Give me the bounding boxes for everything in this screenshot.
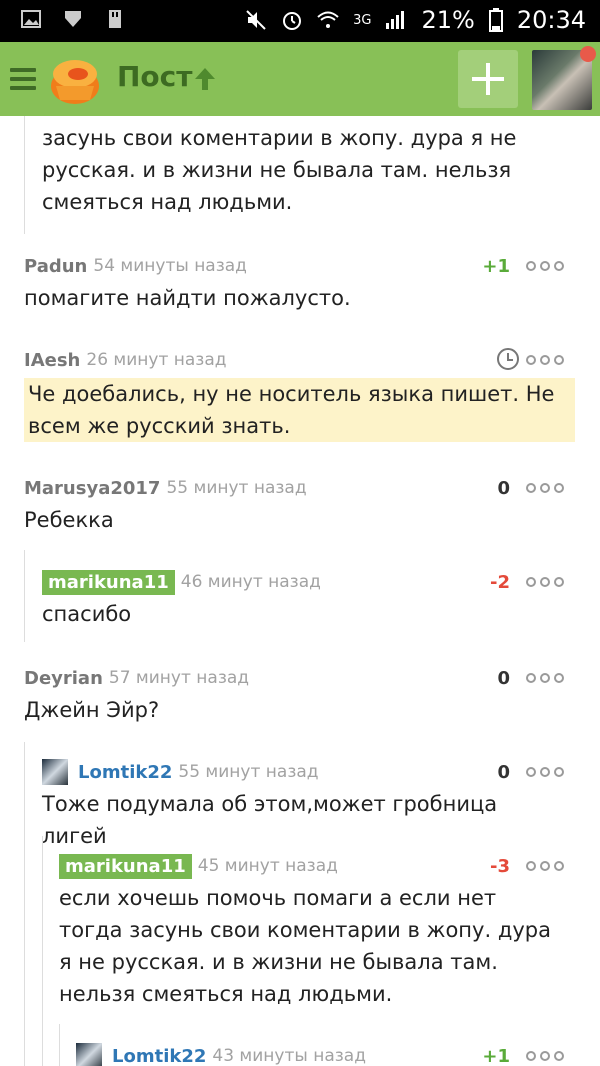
comment-rating: 0 (497, 478, 510, 499)
more-icon[interactable] (526, 670, 564, 686)
comment: Padun 54 минуты назад +1 помагите найдти… (24, 252, 564, 314)
comments-list: засунь свои коментарии в жопу. дура я не… (0, 116, 600, 1066)
more-icon[interactable] (526, 764, 564, 780)
comment-rating: 0 (497, 668, 510, 689)
comment: Marusya2017 55 минут назад 0 Ребекка (24, 474, 564, 536)
more-icon[interactable] (526, 1048, 564, 1064)
comment-rating: -2 (490, 572, 510, 593)
arrow-up-icon[interactable] (193, 66, 217, 92)
comment-text: Тоже подумала об этом,может гробница лиг… (42, 792, 498, 848)
more-icon[interactable] (526, 352, 564, 368)
comment: Lomtik22 43 минуты назад +1 (76, 1042, 564, 1066)
comment-time: 45 минут назад (197, 856, 338, 876)
thread-line (59, 1024, 60, 1066)
comment-time: 43 минуты назад (212, 1046, 366, 1066)
avatar[interactable] (76, 1043, 102, 1066)
comment-rating: +1 (482, 1046, 510, 1066)
comment-author[interactable]: Padun (24, 256, 87, 277)
comment-author[interactable]: marikuna11 (59, 853, 192, 879)
comment-time: 55 минут назад (178, 762, 319, 782)
comment-time: 26 минут назад (86, 350, 227, 370)
comment: marikuna11 45 минут назад -3 если хочешь… (59, 852, 564, 1010)
comment: Deyrian 57 минут назад 0 Джейн Эйр? (24, 664, 564, 726)
signal-icon (386, 11, 405, 29)
battery-icon (488, 8, 503, 32)
more-icon[interactable] (526, 258, 564, 274)
more-icon[interactable] (526, 858, 564, 874)
comment-rating: +1 (482, 256, 510, 277)
more-icon[interactable] (526, 574, 564, 590)
comment: Lomtik22 55 минут назад 0 Тоже подумала … (42, 758, 564, 852)
comment-text-highlighted: Че доебались, ну не носитель языка пишет… (24, 378, 575, 442)
comment-rating: 0 (497, 762, 510, 783)
comment-rating: -3 (490, 856, 510, 877)
notification-dot (580, 46, 596, 62)
comment-author[interactable]: marikuna11 (42, 569, 175, 595)
app-bar: Пост (0, 42, 600, 116)
more-icon[interactable] (526, 480, 564, 496)
comment: засунь свои коментарии в жопу. дура я не… (42, 122, 582, 218)
comment-text: спасибо (42, 602, 132, 626)
comment-text: помагите найдти пожалусто. (24, 286, 351, 310)
wifi-icon (317, 11, 339, 28)
menu-icon[interactable] (10, 68, 36, 90)
comment-author[interactable]: Marusya2017 (24, 478, 160, 499)
pikabu-logo[interactable] (48, 52, 102, 106)
comment-time: 54 минуты назад (93, 256, 247, 276)
comment-author[interactable]: Lomtik22 (78, 762, 172, 783)
sdcard-icon (109, 10, 121, 28)
thread-line (42, 836, 43, 1066)
page-title: Пост (117, 60, 193, 93)
comment-text: Ребекка (24, 508, 114, 532)
thread-line (24, 742, 25, 1066)
avatar[interactable] (42, 759, 68, 785)
battery-level: 21% (421, 6, 475, 34)
comment-author[interactable]: Deyrian (24, 668, 103, 689)
thread-line (24, 116, 25, 234)
comment-time: 46 минут назад (180, 572, 321, 592)
alarm-icon (283, 12, 302, 30)
mute-icon (246, 10, 266, 30)
comment-text: засунь свои коментарии в жопу. дура я не… (42, 126, 517, 214)
shield-icon (65, 11, 81, 27)
clock-icon (497, 348, 519, 370)
thread-line (24, 550, 25, 642)
comment-author[interactable]: Lomtik22 (112, 1046, 206, 1066)
gallery-icon (21, 10, 41, 28)
comment-text: если хочешь помочь помаги а если нет тог… (59, 886, 551, 1006)
profile-avatar-button[interactable] (532, 46, 596, 110)
status-bar: 3G 21% 20:34 (0, 0, 600, 42)
comment: IAesh 26 минут назад Че доебались, ну не… (24, 346, 575, 442)
comment-time: 57 минут назад (108, 668, 250, 688)
comment-author[interactable]: IAesh (24, 350, 80, 371)
comment: marikuna11 46 минут назад -2 спасибо (42, 568, 564, 630)
clock: 20:34 (516, 6, 586, 34)
comment-time: 55 минут назад (166, 478, 307, 498)
network-type: 3G (353, 12, 372, 28)
comment-text: Джейн Эйр? (24, 698, 160, 722)
add-post-button[interactable] (458, 50, 518, 108)
